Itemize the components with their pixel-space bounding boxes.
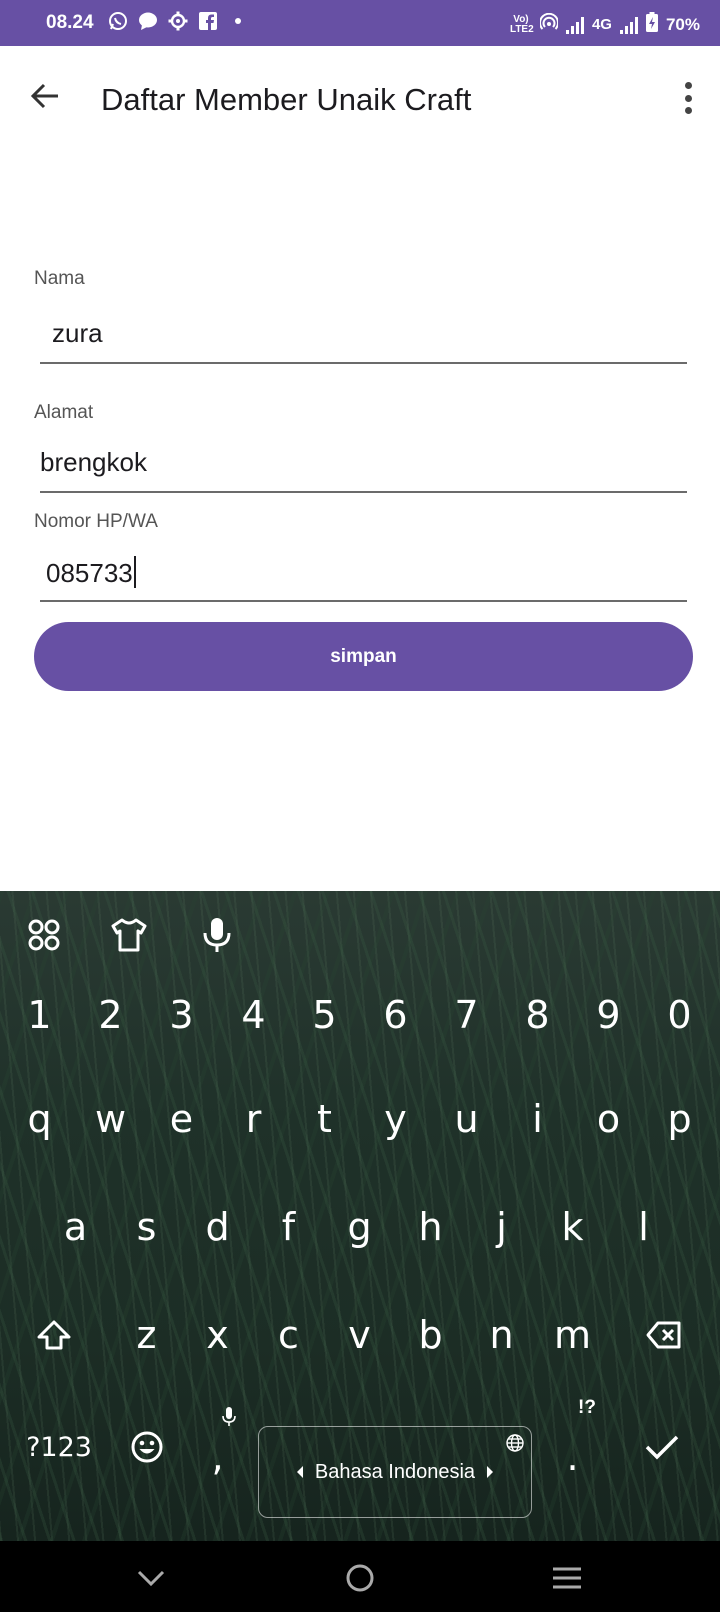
- arrow-left-small-icon: [296, 1466, 303, 1478]
- key-y[interactable]: y: [360, 1069, 431, 1169]
- app-bar: Daftar Member Unaik Craft: [0, 46, 720, 156]
- key-l[interactable]: l: [608, 1177, 679, 1277]
- key-e[interactable]: e: [146, 1069, 217, 1169]
- key-4[interactable]: 4: [218, 965, 289, 1065]
- nomor-value: 085733: [46, 558, 133, 588]
- key-h[interactable]: h: [395, 1177, 466, 1277]
- nomor-field[interactable]: 085733: [40, 542, 687, 602]
- key-7[interactable]: 7: [431, 965, 502, 1065]
- arrow-left-icon[interactable]: [26, 76, 66, 116]
- key-v[interactable]: v: [324, 1285, 395, 1385]
- key-c[interactable]: c: [253, 1285, 324, 1385]
- alamat-label: Alamat: [34, 402, 94, 423]
- shift-icon[interactable]: [18, 1285, 89, 1385]
- key-m[interactable]: m: [537, 1285, 608, 1385]
- alamat-field[interactable]: brengkok: [40, 433, 687, 493]
- status-time: 08.24: [46, 12, 94, 33]
- key-row-3: z x c v b n m: [0, 1285, 720, 1385]
- key-b[interactable]: b: [395, 1285, 466, 1385]
- key-k[interactable]: k: [537, 1177, 608, 1277]
- period-label: .: [566, 1435, 579, 1479]
- small-mic-icon: [222, 1407, 242, 1431]
- nama-field[interactable]: zura: [40, 304, 687, 364]
- symbols-key[interactable]: ?123: [22, 1397, 96, 1497]
- key-0[interactable]: 0: [644, 965, 715, 1065]
- emoji-icon[interactable]: [111, 1397, 182, 1497]
- period-key[interactable]: .: [537, 1407, 608, 1507]
- key-j[interactable]: j: [466, 1177, 537, 1277]
- signal-icon: [565, 16, 584, 34]
- key-i[interactable]: i: [502, 1069, 573, 1169]
- key-8[interactable]: 8: [502, 965, 573, 1065]
- key-2[interactable]: 2: [75, 965, 146, 1065]
- menu-lines-icon[interactable]: [547, 1558, 587, 1598]
- nama-value: zura: [52, 318, 103, 348]
- period-hint: !?: [578, 1397, 596, 1418]
- key-6[interactable]: 6: [360, 965, 431, 1065]
- key-u[interactable]: u: [431, 1069, 502, 1169]
- apps-icon[interactable]: [24, 915, 64, 955]
- key-9[interactable]: 9: [573, 965, 644, 1065]
- mic-icon[interactable]: [197, 915, 237, 955]
- volte-label: Vo) LTE2: [509, 13, 534, 35]
- system-icons: Vo) LTE2 4G 70%: [510, 12, 700, 37]
- key-x[interactable]: x: [182, 1285, 253, 1385]
- nama-label: Nama: [34, 268, 85, 289]
- space-bar[interactable]: Bahasa Indonesia: [258, 1426, 532, 1518]
- chat-bubble-icon: [138, 10, 158, 32]
- network-type: 4G: [591, 16, 612, 33]
- navigation-bar: [0, 1541, 720, 1612]
- key-t[interactable]: t: [289, 1069, 360, 1169]
- key-s[interactable]: s: [111, 1177, 182, 1277]
- key-5[interactable]: 5: [289, 965, 360, 1065]
- key-r[interactable]: r: [218, 1069, 289, 1169]
- tshirt-icon[interactable]: [109, 915, 149, 955]
- key-n[interactable]: n: [466, 1285, 537, 1385]
- space-label: Bahasa Indonesia: [314, 1460, 476, 1483]
- check-icon[interactable]: [626, 1397, 697, 1497]
- key-z[interactable]: z: [111, 1285, 182, 1385]
- key-q[interactable]: q: [4, 1069, 75, 1169]
- key-row-2: a s d f g h j k l: [0, 1177, 720, 1277]
- key-w[interactable]: w: [75, 1069, 146, 1169]
- key-f[interactable]: f: [253, 1177, 324, 1277]
- globe-icon: [505, 1433, 525, 1459]
- hotspot-icon: [538, 12, 559, 36]
- page-title: Daftar Member Unaik Craft: [101, 82, 472, 117]
- key-1[interactable]: 1: [4, 965, 75, 1065]
- signal-icon-2: [619, 16, 638, 34]
- number-row: 1 2 3 4 5 6 7 8 9 0: [0, 965, 720, 1065]
- comma-label: ,: [211, 1435, 224, 1479]
- more-vert-icon[interactable]: [678, 78, 698, 118]
- notification-icons: [108, 10, 248, 32]
- comma-key[interactable]: ,: [182, 1407, 253, 1507]
- nomor-label: Nomor HP/WA: [34, 511, 158, 532]
- key-row-1: q w e r t y u i o p: [0, 1069, 720, 1169]
- key-o[interactable]: o: [573, 1069, 644, 1169]
- key-g[interactable]: g: [324, 1177, 395, 1277]
- key-3[interactable]: 3: [146, 965, 217, 1065]
- battery-charging-icon: [645, 12, 658, 37]
- simpan-button[interactable]: simpan: [34, 622, 693, 691]
- backspace-icon[interactable]: [628, 1285, 699, 1385]
- whatsapp-icon: [108, 10, 128, 32]
- facebook-icon: [198, 10, 218, 32]
- text-cursor: [133, 556, 136, 588]
- arrow-right-small-icon: [487, 1466, 494, 1478]
- home-circle-icon[interactable]: [340, 1558, 380, 1598]
- status-bar: 08.24 Vo) LTE2 4G 70%: [0, 0, 720, 46]
- key-p[interactable]: p: [644, 1069, 715, 1169]
- settings-icon: [168, 10, 188, 32]
- dot-icon: [228, 10, 248, 32]
- key-d[interactable]: d: [182, 1177, 253, 1277]
- alamat-value: brengkok: [40, 447, 147, 477]
- key-a[interactable]: a: [40, 1177, 111, 1277]
- battery-percent: 70%: [665, 14, 700, 34]
- chevron-down-icon[interactable]: [131, 1558, 171, 1598]
- keyboard: 1 2 3 4 5 6 7 8 9 0 q w e r t y u i o p …: [0, 891, 720, 1541]
